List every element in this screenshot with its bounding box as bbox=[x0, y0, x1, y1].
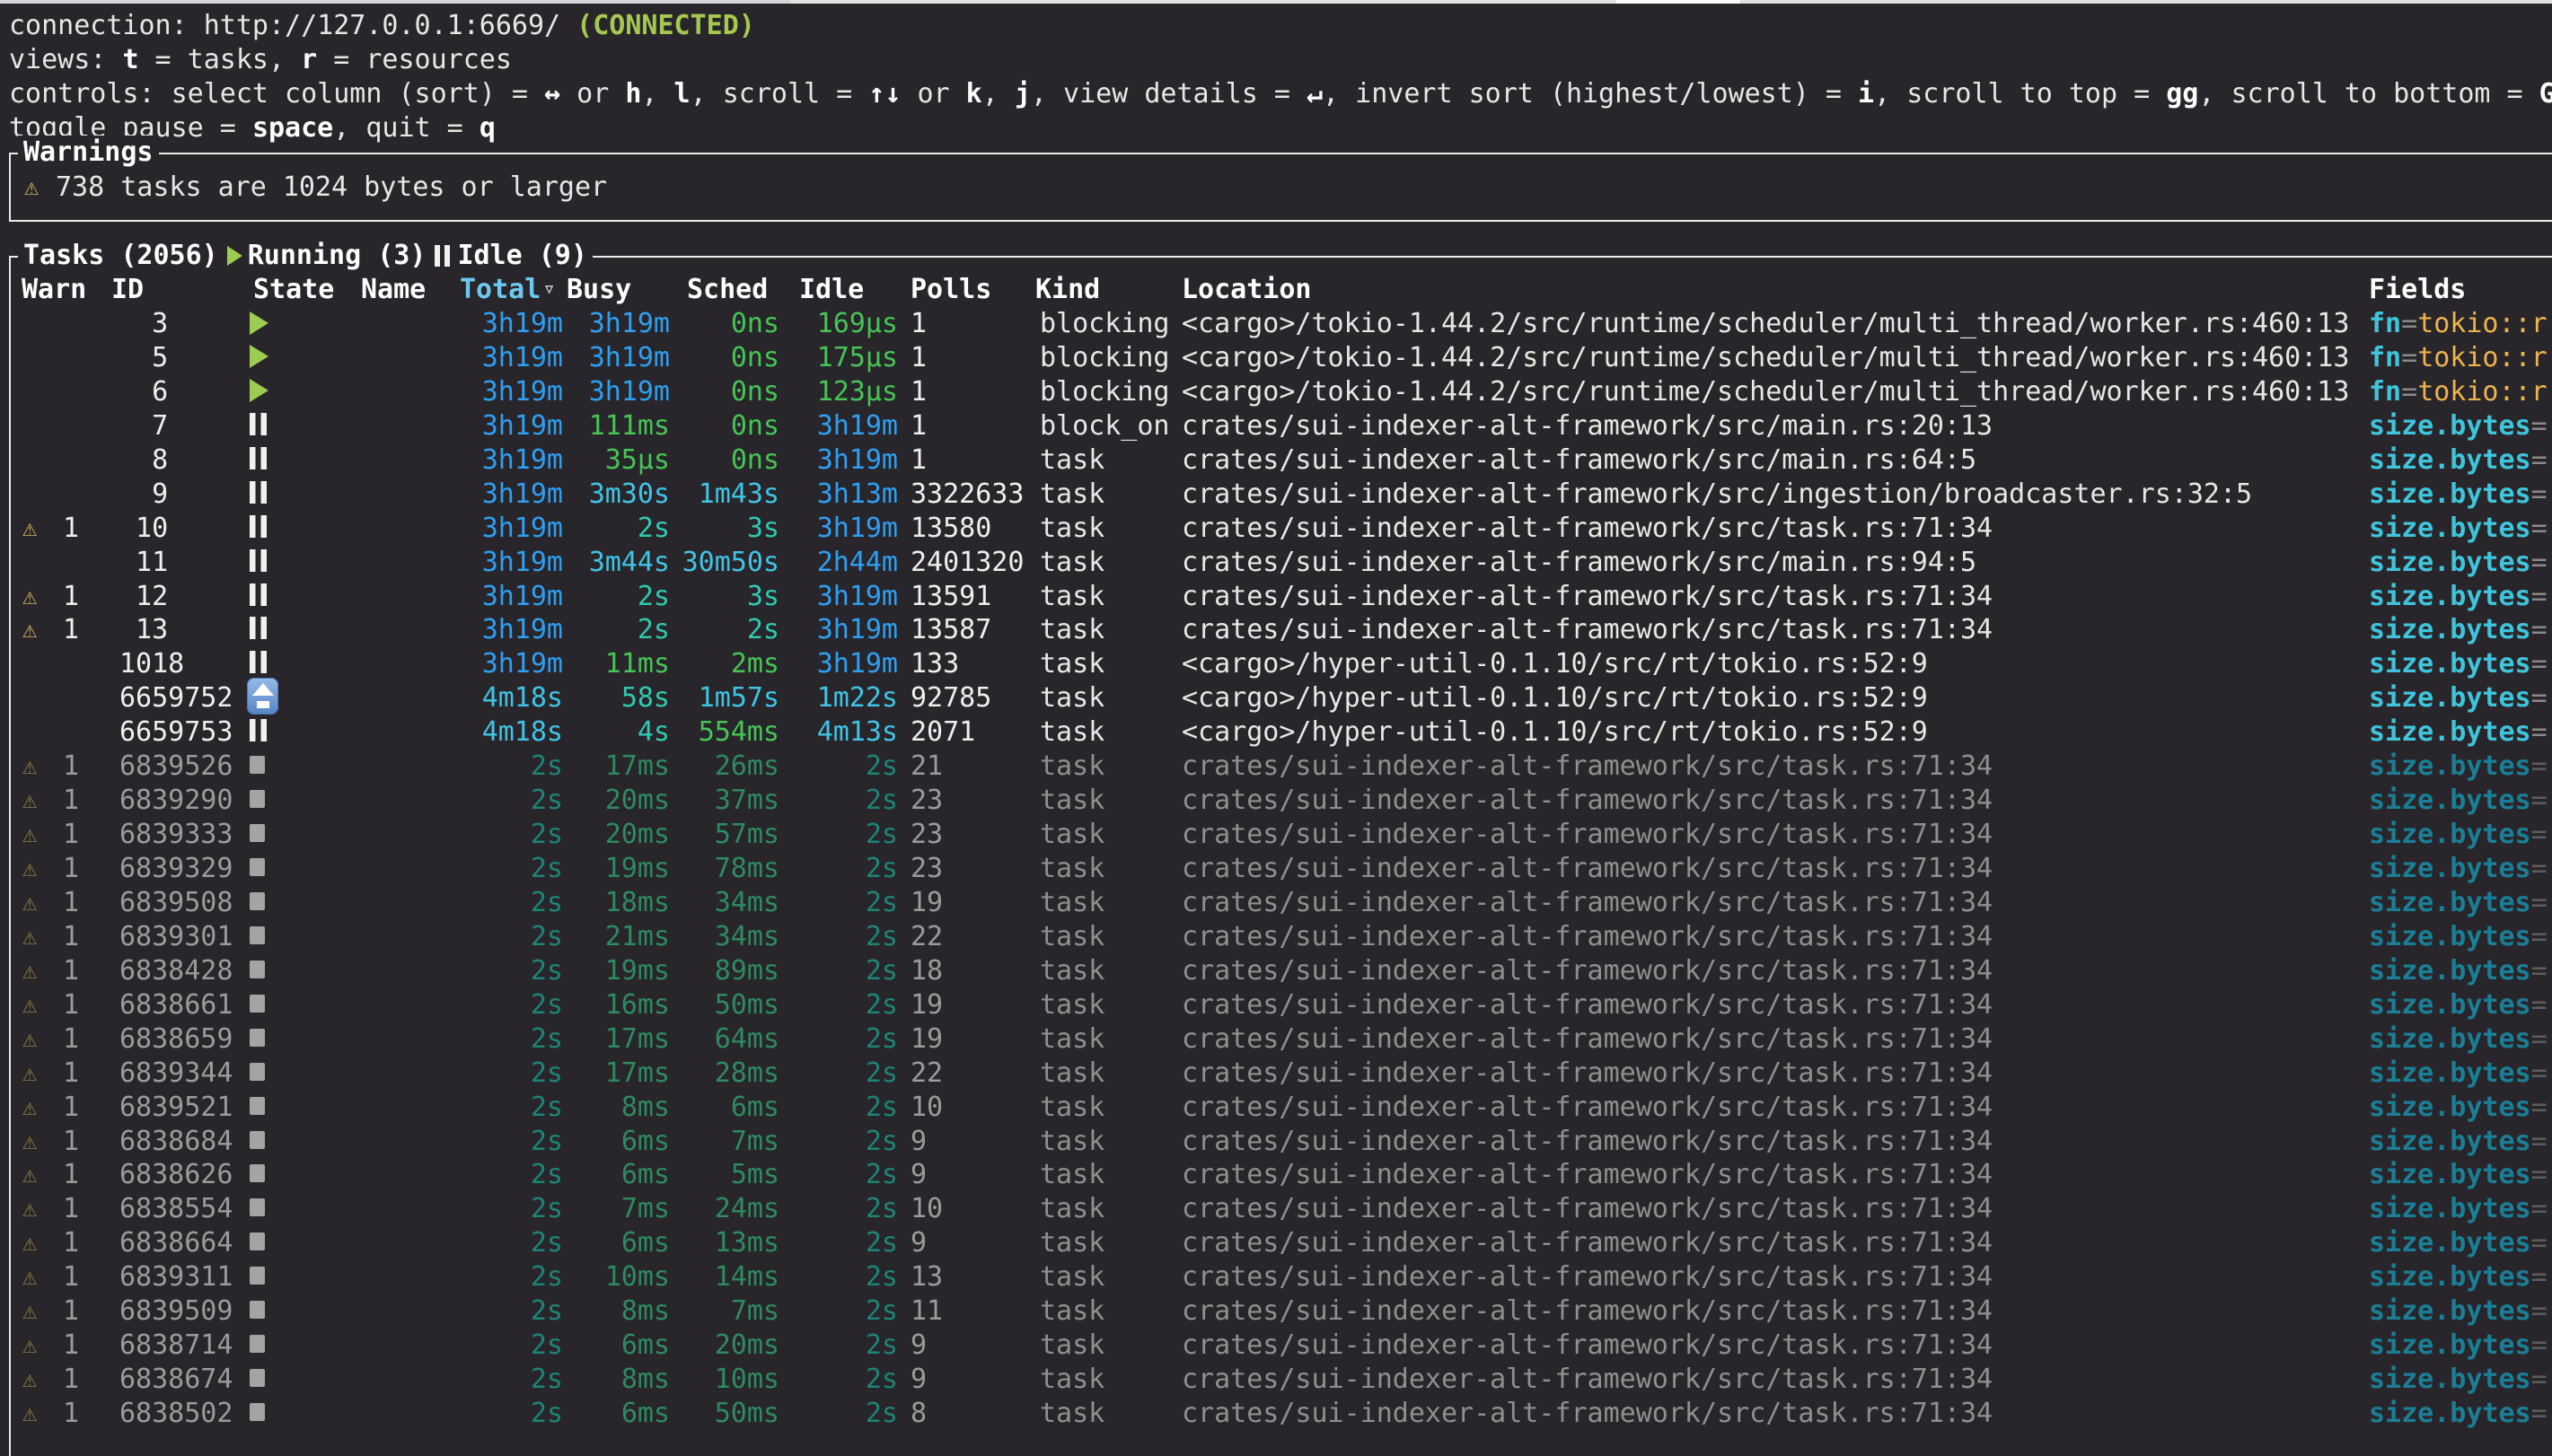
text-segment: , bbox=[641, 78, 673, 110]
text-segment: r bbox=[301, 44, 317, 75]
text-segment: k bbox=[966, 78, 982, 110]
views-help-line: views: t = tasks, r = resources bbox=[9, 43, 2552, 77]
toggle-help-line: toggle pause = space, quit = q bbox=[9, 111, 2552, 145]
tasks-count-label: Tasks (2056) bbox=[23, 239, 218, 273]
text-segment: t bbox=[122, 44, 138, 75]
text-segment: , invert sort (highest/lowest) = bbox=[1323, 78, 1858, 110]
text-segment: , scroll = bbox=[691, 78, 869, 110]
running-count-label: Running (3) bbox=[248, 239, 427, 273]
tokio-console-terminal: connection: http://127.0.0.1:6669/ (CONN… bbox=[0, 0, 2552, 1456]
text-segment: or bbox=[901, 78, 965, 110]
pause-state-icon bbox=[435, 245, 450, 267]
controls-help-line: controls: select column (sort) = ↔ or h,… bbox=[9, 77, 2552, 111]
text-segment: or bbox=[560, 78, 625, 110]
warning-item: ⚠ 738 tasks are 1024 bytes or larger bbox=[11, 171, 2552, 205]
warning-triangle-icon: ⚠ bbox=[24, 171, 39, 205]
window-edge-segment bbox=[0, 0, 790, 4]
text-segment: G bbox=[2539, 78, 2552, 110]
tasks-panel-title: Tasks (2056) Running (3) Idle (9) bbox=[18, 239, 593, 273]
text-segment: ↵ bbox=[1307, 78, 1323, 110]
text-segment: = resources bbox=[317, 44, 512, 75]
text-segment: controls: select column (sort) = bbox=[9, 78, 544, 110]
text-segment: views: bbox=[9, 44, 122, 75]
text-segment: ↔ bbox=[544, 78, 560, 110]
text-segment: connection: http://127.0.0.1:6669/ bbox=[9, 10, 576, 41]
connection-line: connection: http://127.0.0.1:6669/ (CONN… bbox=[9, 9, 2552, 43]
text-segment: , scroll to bottom = bbox=[2198, 78, 2539, 110]
text-segment: space bbox=[252, 112, 333, 144]
text-segment: gg bbox=[2166, 78, 2198, 110]
text-segment: l bbox=[674, 78, 691, 110]
text-segment: q bbox=[480, 112, 496, 144]
text-segment: , view details = bbox=[1031, 78, 1307, 110]
text-segment: h bbox=[625, 78, 641, 110]
text-segment: j bbox=[1015, 78, 1031, 110]
text-segment: = tasks, bbox=[139, 44, 302, 75]
running-state-icon bbox=[227, 246, 242, 266]
text-segment: , scroll to top = bbox=[1874, 78, 2166, 110]
text-segment: , bbox=[982, 78, 1015, 110]
warning-text: 738 tasks are 1024 bytes or larger bbox=[56, 171, 607, 205]
warnings-panel: Warnings ⚠ 738 tasks are 1024 bytes or l… bbox=[9, 153, 2552, 222]
text-segment: (CONNECTED) bbox=[576, 10, 755, 41]
text-segment: , quit = bbox=[333, 112, 480, 144]
window-edge-segment bbox=[1616, 0, 1740, 4]
tasks-panel: Tasks (2056) Running (3) Idle (9) bbox=[9, 256, 2552, 1456]
text-segment: ↑↓ bbox=[868, 78, 901, 110]
window-edge-segment bbox=[790, 0, 1616, 4]
window-edge-segment bbox=[1740, 0, 2552, 4]
text-segment: i bbox=[1858, 78, 1874, 110]
window-edge bbox=[0, 0, 2552, 4]
warnings-panel-title: Warnings bbox=[18, 136, 159, 170]
idle-count-label: Idle (9) bbox=[457, 239, 587, 273]
